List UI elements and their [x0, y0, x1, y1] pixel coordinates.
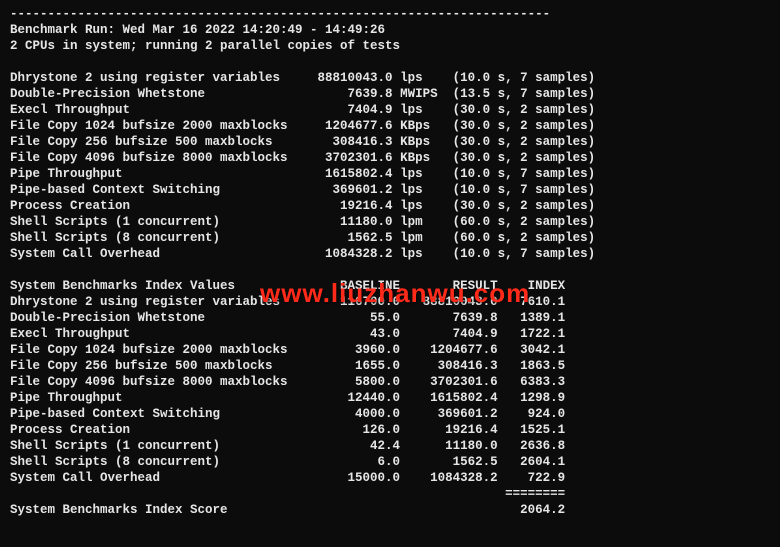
terminal-output: ----------------------------------------… [0, 0, 780, 547]
